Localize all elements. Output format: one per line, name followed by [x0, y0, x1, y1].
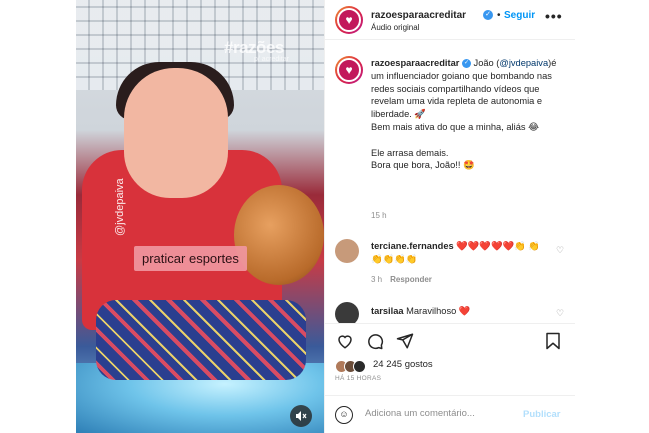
- heart-icon[interactable]: [335, 332, 355, 352]
- commenter-avatar[interactable]: [335, 302, 359, 323]
- person-shorts: [96, 300, 306, 380]
- caption-line-2: Bem mais ativa do que a minha, aliás 😂: [371, 121, 539, 132]
- follow-button[interactable]: Seguir: [504, 10, 535, 21]
- more-options-icon[interactable]: •••: [545, 8, 563, 24]
- liker-avatar: [353, 360, 366, 374]
- video-caption-overlay: praticar esportes: [134, 246, 247, 271]
- post-caption: razoesparaacreditar ✓ João (@jvdepaiva)é…: [371, 57, 567, 172]
- caption-line-4: Bora que bora, João!! 🤩: [371, 160, 475, 171]
- likes-count[interactable]: 24 245 gostos: [373, 359, 433, 370]
- audio-label[interactable]: Áudio original: [371, 23, 419, 32]
- comment-text: terciane.fernandes ❤️❤️❤️❤️❤️👏 👏👏👏👏👏: [371, 240, 551, 266]
- comments-area: ♥ razoesparaacreditar ✓ João (@jvdepaiva…: [325, 41, 575, 323]
- comment-icon[interactable]: [365, 332, 385, 352]
- comment-input[interactable]: [365, 408, 515, 419]
- author-avatar[interactable]: ♥: [335, 6, 363, 34]
- publish-button[interactable]: Publicar: [523, 409, 561, 420]
- caption-pre: João (: [470, 58, 500, 68]
- commenter-username[interactable]: tarsilaa: [371, 306, 404, 316]
- person-face: [124, 68, 228, 198]
- video-watermark: #razões: [224, 38, 284, 57]
- comment-like-heart-icon[interactable]: ♡: [556, 245, 564, 256]
- post-time-ago[interactable]: HÁ 15 HORAS: [335, 375, 381, 382]
- comment-timestamp[interactable]: 3 h: [371, 275, 382, 284]
- caption-author-avatar[interactable]: ♥: [335, 56, 363, 84]
- comment-like-heart-icon[interactable]: ♡: [556, 308, 564, 319]
- speaker-muted-icon[interactable]: [290, 405, 312, 427]
- share-icon[interactable]: [395, 332, 415, 352]
- post-header: ♥ razoesparaacreditar ✓ • Seguir Áudio o…: [325, 0, 575, 40]
- bookmark-icon[interactable]: [543, 332, 563, 352]
- comment-text: tarsilaa Maravilhoso ❤️: [371, 305, 551, 318]
- caption-timestamp[interactable]: 15 h: [371, 211, 387, 220]
- author-username[interactable]: razoesparaacreditar: [371, 10, 466, 21]
- caption-mention-link[interactable]: @jvdepaiva: [499, 58, 548, 68]
- add-comment-bar: ☺ Publicar: [325, 395, 575, 433]
- verified-badge-icon: ✓: [483, 10, 493, 20]
- comment-body: Maravilhoso ❤️: [403, 306, 471, 316]
- likes-summary[interactable]: 24 245 gostos: [335, 358, 433, 374]
- video-watermark-sub: p/ acreditar: [254, 56, 290, 63]
- post-video[interactable]: #razões p/ acreditar @jvdepaiva praticar…: [76, 0, 324, 433]
- caption-username[interactable]: razoesparaacreditar: [371, 58, 459, 68]
- caption-line-3: Ele arrasa demais.: [371, 147, 449, 158]
- comment-meta: 3 h Responder: [371, 275, 432, 284]
- emoji-icon[interactable]: ☺: [335, 406, 353, 424]
- separator-dot: •: [497, 10, 501, 21]
- basketball: [234, 185, 324, 285]
- commenter-avatar[interactable]: [335, 239, 359, 263]
- verified-badge-icon: ✓: [461, 59, 471, 69]
- commenter-username[interactable]: terciane.fernandes: [371, 241, 454, 251]
- post-actions: 24 245 gostos HÁ 15 HORAS: [325, 323, 575, 395]
- post-side-panel: ♥ razoesparaacreditar ✓ • Seguir Áudio o…: [324, 0, 575, 433]
- video-handle-overlay: @jvdepaiva: [114, 178, 126, 236]
- reply-button[interactable]: Responder: [390, 275, 432, 284]
- instagram-post-modal: #razões p/ acreditar @jvdepaiva praticar…: [0, 0, 649, 433]
